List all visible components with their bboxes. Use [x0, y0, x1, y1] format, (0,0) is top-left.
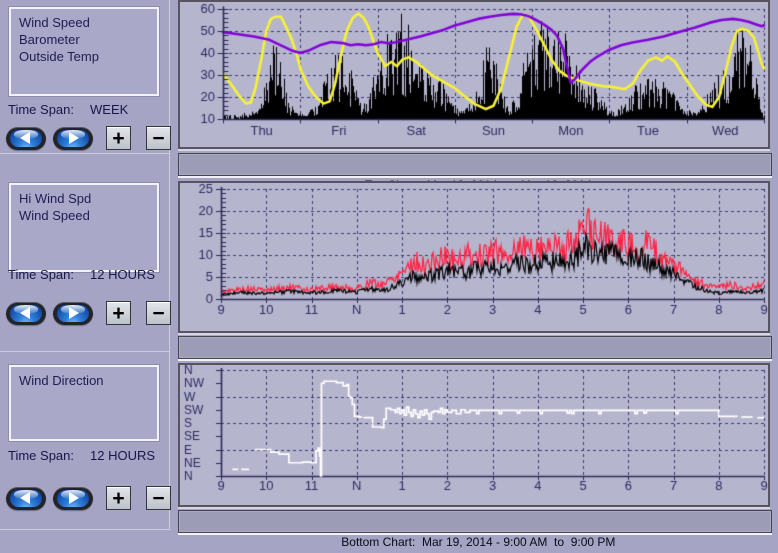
- bottom-chart-caption-text: Bottom Chart: Mar 19, 2014 - 9:00 AM to …: [341, 535, 615, 549]
- left-arrow-icon: [20, 307, 30, 319]
- legend-item: Outside Temp: [19, 48, 149, 65]
- legend-box: Wind Speed Barometer Outside Temp: [9, 7, 159, 96]
- time-span-value: WEEK: [90, 102, 128, 117]
- button-face: [57, 490, 89, 507]
- zoom-out-button[interactable]: −: [146, 486, 171, 510]
- plus-icon: +: [112, 303, 124, 324]
- prev-button[interactable]: [6, 127, 46, 150]
- sidebar-section-middle: Hi Wind Spd Wind Speed Time Span: 12 HOUR…: [0, 154, 170, 352]
- legend-box: Wind Direction: [9, 365, 159, 441]
- top-chart-panel: [178, 0, 770, 149]
- left-arrow-icon: [20, 132, 30, 144]
- time-span-label: Time Span:: [8, 102, 74, 117]
- middle-chart-panel: [178, 181, 770, 333]
- middle-chart-canvas: [180, 183, 768, 331]
- nav-button-row: + −: [6, 486, 171, 510]
- right-arrow-icon: [69, 307, 79, 319]
- right-arrow-icon: [69, 132, 79, 144]
- button-face: [10, 305, 42, 322]
- prev-button[interactable]: [6, 487, 46, 510]
- zoom-in-button[interactable]: +: [106, 301, 131, 325]
- button-face: [10, 490, 42, 507]
- sidebar-section-top: Wind Speed Barometer Outside Temp Time S…: [0, 0, 170, 154]
- weather-app-window: { "sidebar": { "sections": [ { "legend":…: [0, 0, 778, 535]
- legend-item: Wind Speed: [19, 14, 149, 31]
- legend-item: Wind Speed: [19, 207, 149, 224]
- time-span-row: Time Span: WEEK: [8, 102, 128, 117]
- time-span-row: Time Span: 12 HOURS: [8, 267, 155, 282]
- button-face: [57, 305, 89, 322]
- button-face: [10, 130, 42, 147]
- zoom-in-button[interactable]: +: [106, 486, 131, 510]
- bottom-chart-canvas: [180, 365, 768, 505]
- zoom-in-button[interactable]: +: [106, 126, 131, 150]
- plus-icon: +: [112, 488, 124, 509]
- time-span-value: 12 HOURS: [90, 448, 155, 463]
- minus-icon: −: [152, 128, 164, 149]
- next-button[interactable]: [53, 127, 93, 150]
- plus-icon: +: [112, 128, 124, 149]
- bottom-chart-caption: Bottom Chart: Mar 19, 2014 - 9:00 AM to …: [178, 510, 772, 533]
- minus-icon: −: [152, 488, 164, 509]
- prev-button[interactable]: [6, 302, 46, 325]
- left-arrow-icon: [20, 492, 30, 504]
- zoom-out-button[interactable]: −: [146, 301, 171, 325]
- time-span-row: Time Span: 12 HOURS: [8, 448, 155, 463]
- top-chart-caption: Top Chart: Mar 13, 2014 to Mar 19, 2014: [178, 153, 772, 176]
- button-face: [57, 130, 89, 147]
- legend-item: Hi Wind Spd: [19, 190, 149, 207]
- legend-box: Hi Wind Spd Wind Speed: [9, 183, 159, 272]
- time-span-label: Time Span:: [8, 448, 74, 463]
- top-chart-canvas: [180, 2, 768, 147]
- legend-item: Wind Direction: [19, 372, 149, 389]
- middle-chart-caption: Middle Chart: Mar 19, 2014 - 9:00 AM to …: [178, 336, 772, 359]
- right-arrow-icon: [69, 492, 79, 504]
- sidebar-section-bottom: Wind Direction Time Span: 12 HOURS + −: [0, 352, 170, 530]
- time-span-value: 12 HOURS: [90, 267, 155, 282]
- time-span-label: Time Span:: [8, 267, 74, 282]
- next-button[interactable]: [53, 302, 93, 325]
- zoom-out-button[interactable]: −: [146, 126, 171, 150]
- nav-button-row: + −: [6, 126, 171, 150]
- next-button[interactable]: [53, 487, 93, 510]
- minus-icon: −: [152, 303, 164, 324]
- legend-item: Barometer: [19, 31, 149, 48]
- nav-button-row: + −: [6, 301, 171, 325]
- bottom-chart-panel: [178, 363, 770, 507]
